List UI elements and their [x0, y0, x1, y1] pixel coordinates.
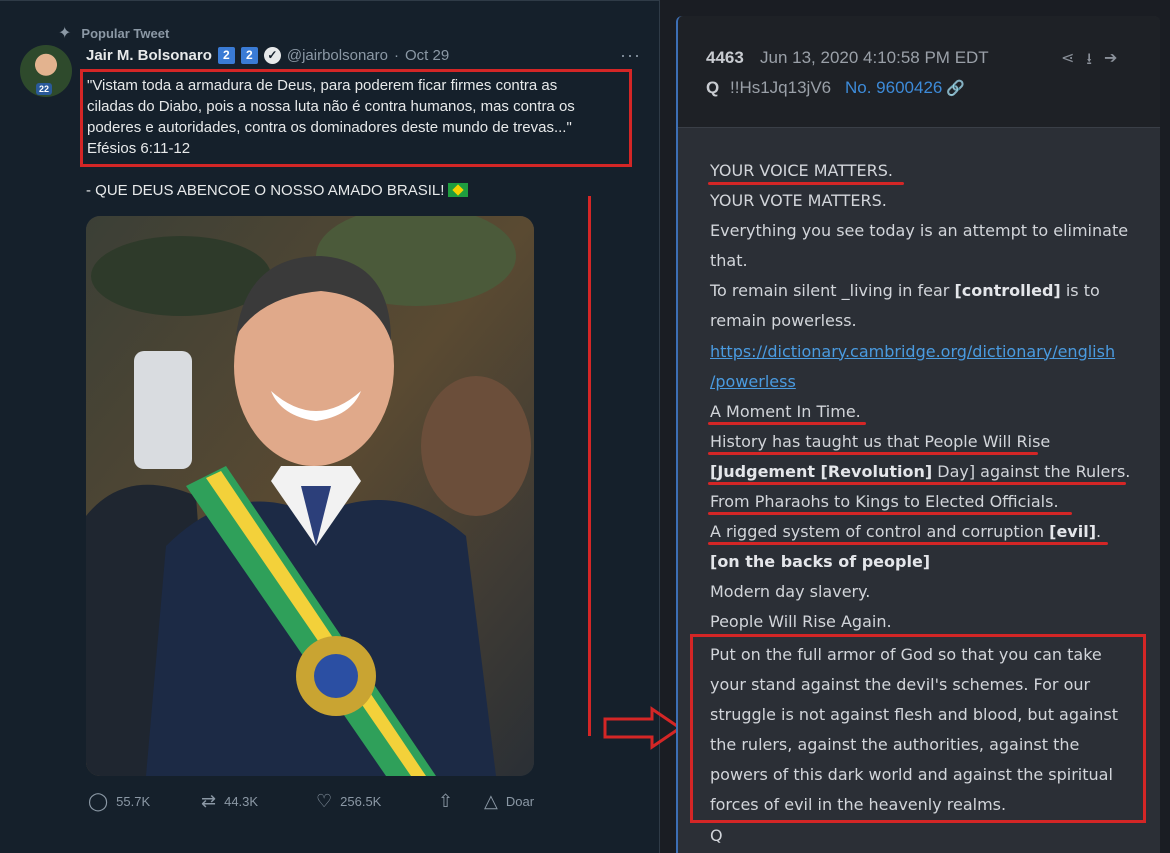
dictionary-link-cont[interactable]: /powerless — [710, 367, 1150, 397]
q-post-body: YOUR VOICE MATTERS. YOUR VOTE MATTERS. E… — [710, 156, 1150, 638]
red-underline — [708, 452, 1038, 455]
post-text: To remain silent _living in fear — [710, 281, 955, 301]
post-actions: ⋖ ⭳ ➔ — [1061, 48, 1117, 75]
badge-icon: 2 — [240, 47, 258, 64]
link-text[interactable]: https://dictionary.cambridge.org/diction… — [710, 342, 1115, 361]
post-link[interactable]: No. 9600426 🔗 — [845, 78, 965, 98]
post-date: Jun 13, 2020 4:10:58 PM EDT — [760, 48, 989, 67]
red-underline — [708, 512, 1072, 515]
retweet-count: 44.3K — [224, 794, 259, 809]
reply-count: 55.7K — [116, 794, 151, 809]
like-count: 256.5K — [340, 794, 382, 809]
download-icon[interactable]: ⭳ — [1086, 48, 1092, 75]
post-line: [on the backs of people] — [710, 547, 1150, 577]
post-line: that. — [710, 251, 748, 271]
verse-line: struggle is not against flesh and blood,… — [710, 705, 1119, 725]
post-line: YOUR VOTE MATTERS. — [710, 191, 887, 211]
tagline-text: - QUE DEUS ABENCOE O NOSSO AMADO BRASIL! — [86, 182, 445, 199]
share-icon[interactable]: ⋖ — [1061, 48, 1074, 75]
separator-dot: · — [393, 47, 399, 64]
verse-line: the rulers, against the authorities, aga… — [710, 735, 1080, 755]
bold-tag: [Judgement — [710, 461, 821, 481]
brazil-flag-icon — [448, 183, 469, 197]
bold-tag: [Revolution] — [820, 461, 933, 481]
author-handle[interactable]: @jairbolsonaro — [287, 47, 388, 64]
donate-icon: △ — [484, 791, 498, 811]
verse-line: powers of this dark world and against th… — [710, 765, 1113, 785]
quote-line: Efésios 6:11-12 — [87, 140, 191, 157]
share-icon: ⇧ — [438, 791, 454, 811]
post-line: People Will Rise Again. — [710, 612, 892, 632]
post-text: is to — [1060, 281, 1100, 301]
tweet-card[interactable]: ✦ Popular Tweet 22 Jair M. Bolsonaro 2 2… — [0, 0, 660, 853]
more-options-icon[interactable]: ··· — [620, 45, 641, 66]
tweet-date[interactable]: Oct 29 — [405, 47, 449, 64]
post-text: A rigged system of control and corruptio… — [710, 522, 1050, 542]
post-number: 4463 — [706, 48, 744, 67]
dictionary-link[interactable]: https://dictionary.cambridge.org/diction… — [710, 337, 1150, 367]
bold-tag: [on the backs of people] — [710, 552, 931, 572]
post-line: Everything you see today is an attempt t… — [710, 221, 1129, 241]
highlighted-quote: "Vistam toda a armadura de Deus, para po… — [80, 69, 632, 167]
quote-line: ciladas do Diabo, pois a nossa luta não … — [87, 98, 575, 115]
retweet-button[interactable]: ⇄ 44.3K — [201, 791, 316, 812]
verified-icon: ✓ — [263, 47, 281, 64]
quote-line: "Vistam toda a armadura de Deus, para po… — [87, 77, 558, 94]
popular-tweet-row: ✦ Popular Tweet — [58, 23, 169, 43]
tweet-photo[interactable] — [86, 216, 534, 776]
red-arrow-icon — [603, 706, 683, 750]
verse-line: Put on the full armor of God so that you… — [710, 645, 1102, 664]
photo-illustration — [86, 216, 534, 776]
verse-text: Put on the full armor of God so that you… — [710, 640, 1140, 821]
heart-icon: ♡ — [316, 791, 333, 811]
quote-line: poderes e autoridades, contra os dominad… — [87, 119, 572, 136]
tweet-tagline: - QUE DEUS ABENCOE O NOSSO AMADO BRASIL! — [86, 182, 469, 199]
retweet-icon: ⇄ — [201, 791, 217, 811]
link-text[interactable]: /powerless — [710, 372, 796, 391]
q-post-header: 4463 Jun 13, 2020 4:10:58 PM EDT ⋖ ⭳ ➔ Q… — [678, 16, 1160, 128]
link-icon: 🔗 — [946, 80, 966, 97]
red-underline — [708, 482, 1126, 485]
post-no: No. 9600426 — [845, 78, 943, 97]
post-text: Day] against the Rulers. — [937, 461, 1131, 481]
post-text: . — [1096, 522, 1102, 542]
bold-tag: [controlled] — [954, 281, 1061, 301]
tweet-actions: ◯ 55.7K ⇄ 44.3K ♡ 256.5K ⇧ △ Doar — [88, 791, 534, 812]
bold-tag: [evil] — [1049, 522, 1096, 542]
verse-line: forces of evil in the heavenly realms. — [710, 795, 1007, 815]
avatar-badge: 22 — [36, 83, 53, 95]
post-line: Modern day slavery. — [710, 582, 871, 602]
like-button[interactable]: ♡ 256.5K — [316, 791, 438, 812]
tripcode: !!Hs1Jq13jV6 — [730, 78, 832, 97]
share-button[interactable]: ⇧ — [438, 791, 484, 812]
poster-name: Q — [706, 78, 720, 97]
red-underline — [708, 542, 1108, 545]
popular-tweet-label: Popular Tweet — [81, 25, 170, 41]
red-annotation-line — [588, 196, 591, 736]
q-post-card: 4463 Jun 13, 2020 4:10:58 PM EDT ⋖ ⭳ ➔ Q… — [676, 16, 1160, 853]
verse-line: your stand against the devil's schemes. … — [710, 675, 1091, 695]
sparkle-icon: ✦ — [58, 25, 72, 42]
red-underline — [708, 422, 866, 425]
red-underline — [708, 182, 904, 185]
reply-button[interactable]: ◯ 55.7K — [88, 791, 201, 812]
forward-icon[interactable]: ➔ — [1104, 48, 1117, 75]
tweet-header: Jair M. Bolsonaro 2 2 ✓ @jairbolsonaro ·… — [86, 47, 449, 64]
post-line: To remain silent _living in fear [contro… — [710, 276, 1150, 306]
reply-icon: ◯ — [88, 791, 109, 811]
badge-icon: 2 — [217, 47, 235, 64]
donate-label: Doar — [505, 794, 535, 809]
donate-button[interactable]: △ Doar — [484, 791, 534, 812]
post-signature: Q — [710, 826, 723, 845]
post-line: remain powerless. — [710, 311, 857, 331]
author-name[interactable]: Jair M. Bolsonaro — [86, 47, 212, 64]
